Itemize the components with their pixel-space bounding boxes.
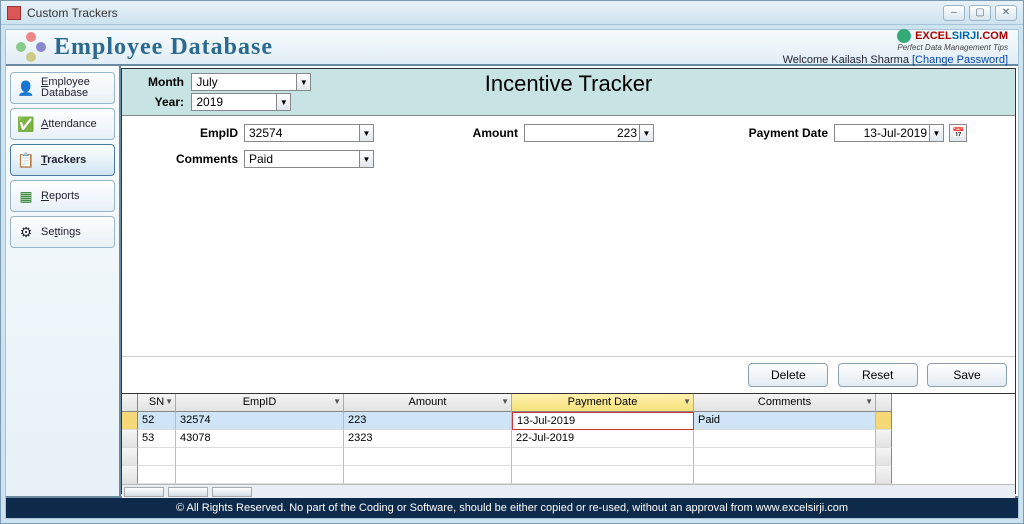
reset-button[interactable]: Reset bbox=[838, 363, 918, 387]
month-label: Month bbox=[132, 75, 184, 89]
entry-form: EmpID ▼ Amount ▼ Payment D bbox=[122, 116, 1015, 176]
chevron-down-icon[interactable]: ▼ bbox=[865, 397, 873, 406]
app-icon bbox=[7, 6, 21, 20]
empid-input[interactable] bbox=[245, 125, 373, 141]
col-header-amount[interactable]: Amount▼ bbox=[344, 394, 512, 412]
sidebar: 👤 Employee Database ✅ Attendance 📋 Track… bbox=[6, 66, 121, 496]
month-combo[interactable]: ▼ bbox=[191, 73, 311, 91]
window-controls: – ▢ ✕ bbox=[943, 5, 1017, 21]
amount-input[interactable] bbox=[525, 125, 653, 141]
minimize-button[interactable]: – bbox=[943, 5, 965, 21]
person-icon: 👤 bbox=[17, 79, 35, 97]
month-input[interactable] bbox=[192, 74, 310, 90]
chevron-down-icon[interactable]: ▼ bbox=[683, 397, 691, 406]
comments-combo[interactable]: ▼ bbox=[244, 150, 374, 168]
close-button[interactable]: ✕ bbox=[995, 5, 1017, 21]
year-combo[interactable]: ▼ bbox=[191, 93, 291, 111]
grid-header-row: SN▼ EmpID▼ Amount▼ Payment Date▼ Comment… bbox=[122, 394, 1015, 412]
payment-date-input[interactable] bbox=[835, 125, 943, 141]
col-header-comments[interactable]: Comments▼ bbox=[694, 394, 876, 412]
window-title: Custom Trackers bbox=[27, 6, 943, 20]
empid-label: EmpID bbox=[134, 126, 244, 140]
amount-combo[interactable]: ▼ bbox=[524, 124, 654, 142]
chevron-down-icon[interactable]: ▼ bbox=[165, 397, 173, 406]
empid-combo[interactable]: ▼ bbox=[244, 124, 374, 142]
nav-trackers[interactable]: 📋 Trackers bbox=[10, 144, 115, 176]
check-person-icon: ✅ bbox=[17, 115, 35, 133]
delete-button[interactable]: Delete bbox=[748, 363, 828, 387]
comments-label: Comments bbox=[134, 152, 244, 166]
app-header: Employee Database EXCELSIRJI.COM Perfect… bbox=[6, 30, 1018, 66]
chevron-down-icon[interactable]: ▼ bbox=[639, 125, 653, 141]
amount-label: Amount bbox=[394, 126, 524, 140]
row-selector-header[interactable] bbox=[122, 394, 138, 412]
chevron-down-icon[interactable]: ▼ bbox=[501, 397, 509, 406]
year-label: Year: bbox=[132, 95, 184, 109]
action-bar: Delete Reset Save bbox=[122, 356, 1015, 393]
row-selector[interactable] bbox=[122, 412, 138, 430]
page-title: Incentive Tracker bbox=[485, 71, 653, 97]
chevron-down-icon[interactable]: ▼ bbox=[929, 125, 943, 141]
col-header-sn[interactable]: SN▼ bbox=[138, 394, 176, 412]
excel-icon: ▦ bbox=[17, 187, 35, 205]
table-row[interactable] bbox=[122, 466, 1015, 484]
nav-employee-database[interactable]: 👤 Employee Database bbox=[10, 72, 115, 104]
chevron-down-icon[interactable]: ▼ bbox=[359, 151, 373, 167]
nav-reports[interactable]: ▦ Reports bbox=[10, 180, 115, 212]
payment-date-combo[interactable]: ▼ bbox=[834, 124, 944, 142]
filter-bar: Month ▼ Year: ▼ bbox=[122, 69, 1015, 116]
main-panel: Month ▼ Year: ▼ bbox=[121, 68, 1016, 494]
footer: © All Rights Reserved. No part of the Co… bbox=[6, 496, 1018, 518]
welcome-text: Welcome Kailash Sharma [Change Password] bbox=[783, 54, 1008, 66]
comments-input[interactable] bbox=[245, 151, 373, 167]
app-title: Employee Database bbox=[54, 34, 273, 61]
data-grid: SN▼ EmpID▼ Amount▼ Payment Date▼ Comment… bbox=[122, 393, 1015, 493]
nav-attendance[interactable]: ✅ Attendance bbox=[10, 108, 115, 140]
list-icon: 📋 bbox=[17, 151, 35, 169]
chevron-down-icon[interactable]: ▼ bbox=[276, 94, 290, 110]
grid-hscroll[interactable] bbox=[122, 484, 1015, 498]
change-password-link[interactable]: [Change Password] bbox=[912, 54, 1008, 66]
brand-globe-icon bbox=[897, 29, 911, 43]
header-right: EXCELSIRJI.COM Perfect Data Management T… bbox=[783, 29, 1008, 66]
app-window: Custom Trackers – ▢ ✕ Employee Database … bbox=[0, 0, 1024, 524]
chevron-down-icon[interactable]: ▼ bbox=[333, 397, 341, 406]
col-header-empid[interactable]: EmpID▼ bbox=[176, 394, 344, 412]
logo-icon bbox=[16, 32, 46, 62]
client-area: Employee Database EXCELSIRJI.COM Perfect… bbox=[5, 29, 1019, 519]
col-header-payment-date[interactable]: Payment Date▼ bbox=[512, 394, 694, 412]
nav-settings[interactable]: ⚙ Settings bbox=[10, 216, 115, 248]
maximize-button[interactable]: ▢ bbox=[969, 5, 991, 21]
save-button[interactable]: Save bbox=[927, 363, 1007, 387]
brand-tagline: Perfect Data Management Tips bbox=[783, 43, 1008, 52]
table-row[interactable]: 52 32574 223 13-Jul-2019 Paid bbox=[122, 412, 1015, 430]
payment-date-label: Payment Date bbox=[674, 126, 834, 140]
brand-row: EXCELSIRJI.COM bbox=[783, 29, 1008, 43]
payment-date-cell-editing[interactable]: 13-Jul-2019 bbox=[512, 412, 694, 430]
brand-text: EXCELSIRJI.COM bbox=[915, 30, 1008, 42]
row-selector[interactable] bbox=[122, 430, 138, 448]
table-row[interactable] bbox=[122, 448, 1015, 466]
body: 👤 Employee Database ✅ Attendance 📋 Track… bbox=[6, 66, 1018, 496]
table-row[interactable]: 53 43078 2323 22-Jul-2019 bbox=[122, 430, 1015, 448]
gear-icon: ⚙ bbox=[17, 223, 35, 241]
titlebar: Custom Trackers – ▢ ✕ bbox=[1, 1, 1023, 25]
calendar-icon[interactable]: 📅 bbox=[949, 124, 967, 142]
chevron-down-icon[interactable]: ▼ bbox=[359, 125, 373, 141]
chevron-down-icon[interactable]: ▼ bbox=[296, 74, 310, 90]
